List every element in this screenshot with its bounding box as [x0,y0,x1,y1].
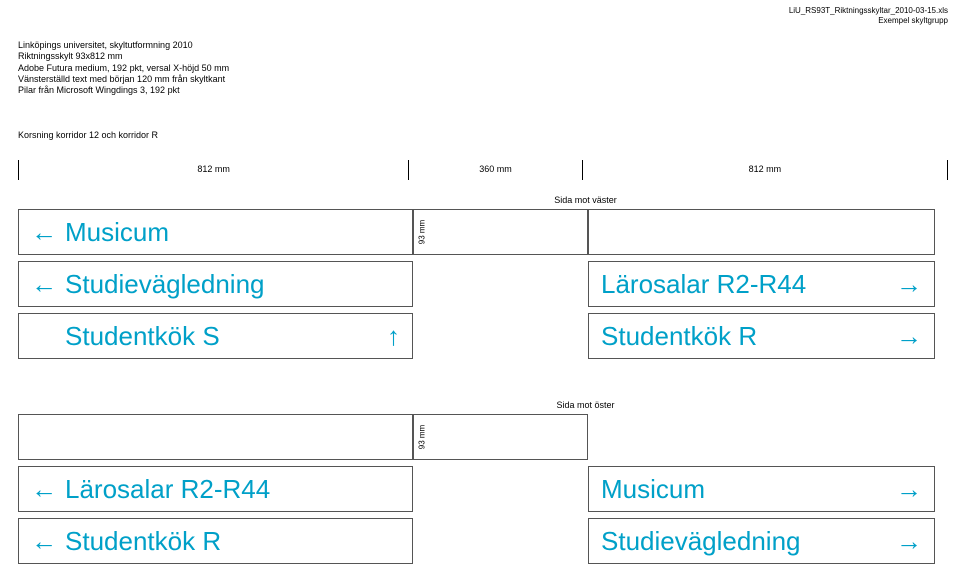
sign-label: Studentkök S [31,321,387,352]
file-header: LiU_RS93T_Riktningsskyltar_2010-03-15.xl… [789,6,948,25]
dim-segment: 360 mm [409,160,583,180]
sign-larosalar-l: ← Lärosalar R2-R44 [18,466,413,512]
arrow-right-icon: → [896,321,922,352]
height-label-text: 93 mm [418,425,427,449]
arrow-left-icon: ← [31,269,57,300]
file-name: LiU_RS93T_Riktningsskyltar_2010-03-15.xl… [789,6,948,16]
arrow-right-icon: → [896,526,922,557]
empty-sign [413,209,588,255]
sign-studentkok-r: Studentkök R → [588,313,935,359]
meta-line: Linköpings universitet, skyltutformning … [18,40,229,51]
sign-label: Lärosalar R2-R44 [57,474,400,505]
sign-musicum-r: Musicum → [588,466,935,512]
sign-studievagledning: ← Studievägledning [18,261,413,307]
sign-group-east: Sida mot öster ← Lärosalar R2-R44 ← Stud… [18,400,948,564]
arrow-right-icon: → [896,474,922,505]
sign-label: Studievägledning [601,526,896,557]
meta-line: Pilar från Microsoft Wingdings 3, 192 pk… [18,85,229,96]
meta-line: Riktningsskylt 93x812 mm [18,51,229,62]
sign-column-middle [413,209,588,359]
dimension-ruler: 812 mm 360 mm 812 mm [18,160,948,180]
sign-label: Studievägledning [57,269,400,300]
arrow-up-icon: ↑ [387,321,400,352]
empty-sign [588,209,935,255]
arrow-left-icon: ← [31,474,57,505]
meta-line: Adobe Futura medium, 192 pkt, versal X-h… [18,63,229,74]
dim-segment: 812 mm [18,160,409,180]
arrow-right-icon: → [896,269,922,300]
sign-studievagledning-r: Studievägledning → [588,518,935,564]
sign-label: Lärosalar R2-R44 [601,269,896,300]
height-label: 93 mm [413,209,431,255]
height-label-text: 93 mm [418,220,427,244]
height-label: 93 mm [413,414,431,460]
sign-label: Musicum [57,217,400,248]
sign-group-west: Sida mot väster ← Musicum ← Studievägled… [18,195,948,359]
file-subtitle: Exempel skyltgrupp [789,16,948,26]
sign-column-right: Musicum → Studievägledning → [588,466,935,564]
sign-column-right: Lärosalar R2-R44 → Studentkök R → [588,209,935,359]
sign-label: Musicum [601,474,896,505]
sign-column-left: ← Musicum ← Studievägledning Studentkök … [18,209,413,359]
sign-label: Studentkök R [601,321,896,352]
sign-musicum: ← Musicum [18,209,413,255]
side-label-west: Sida mot väster [498,195,673,205]
sign-larosalar: Lärosalar R2-R44 → [588,261,935,307]
arrow-left-icon: ← [31,526,57,557]
side-label-east: Sida mot öster [498,400,673,410]
empty-sign [413,414,588,460]
sign-label: Studentkök R [57,526,400,557]
empty-sign [18,414,413,460]
meta-line: Vänsterställd text med början 120 mm frå… [18,74,229,85]
sign-studentkok-r-l: ← Studentkök R [18,518,413,564]
sign-studentkok-s: Studentkök S ↑ [18,313,413,359]
location-text: Korsning korridor 12 och korridor R [18,130,158,140]
arrow-left-icon: ← [31,217,57,248]
meta-block: Linköpings universitet, skyltutformning … [18,40,229,96]
dim-segment: 812 mm [583,160,948,180]
